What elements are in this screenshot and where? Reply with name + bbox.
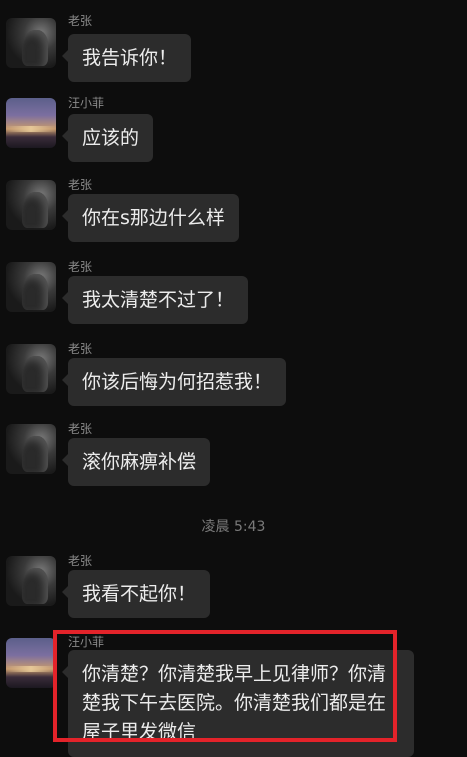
avatar-lao-zhang[interactable]	[6, 344, 56, 394]
chat-view: 老张 我告诉你！ 汪小菲 应该的 老张 你在s那边什么样 老张 我太清楚不过了！…	[0, 0, 467, 757]
avatar-lao-zhang[interactable]	[6, 556, 56, 606]
message-bubble[interactable]: 我太清楚不过了！	[61, 276, 249, 324]
timestamp: 凌晨 5:43	[201, 519, 266, 535]
sender-name: 老张	[68, 260, 93, 274]
sender-name: 老张	[68, 554, 93, 568]
avatar-lao-zhang[interactable]	[6, 262, 56, 312]
sender-name: 老张	[68, 342, 93, 356]
sender-name: 汪小菲	[68, 635, 105, 649]
sender-name: 老张	[68, 422, 93, 436]
sender-name: 老张	[68, 178, 93, 192]
avatar-lao-zhang[interactable]	[6, 18, 56, 68]
message-bubble[interactable]: 你该后悔为何招惹我！	[61, 358, 287, 406]
avatar-lao-zhang[interactable]	[6, 180, 56, 230]
message-bubble[interactable]: 你在s那边什么样	[62, 194, 239, 242]
message-bubble[interactable]: 我告诉你！	[61, 34, 192, 82]
message-bubble[interactable]: 滚你麻痹补偿	[61, 438, 211, 486]
avatar-wang-xiaofei[interactable]	[6, 98, 56, 148]
message-bubble[interactable]: 应该的	[61, 114, 154, 162]
sender-name: 老张	[68, 14, 93, 28]
message-bubble[interactable]: 你清楚？你清楚我早上见律师？你清楚我下午去医院。你清楚我们都是在屋子里发微信	[62, 650, 414, 757]
avatar-lao-zhang[interactable]	[6, 424, 56, 474]
message-bubble[interactable]: 我看不起你！	[61, 570, 211, 618]
sender-name: 汪小菲	[68, 96, 105, 110]
avatar-wang-xiaofei[interactable]	[6, 638, 56, 688]
